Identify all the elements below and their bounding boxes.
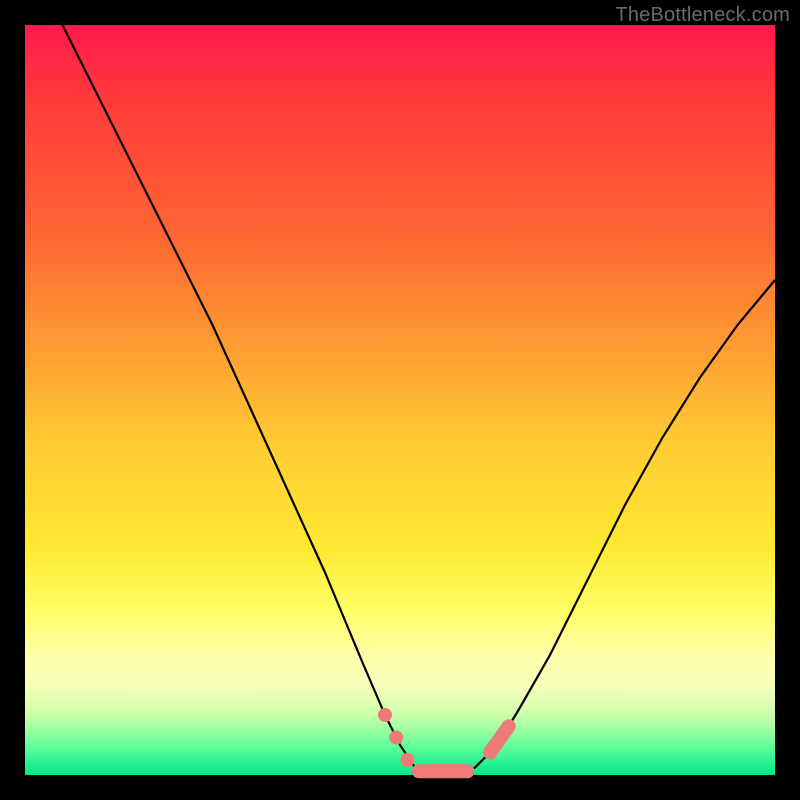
chart-plot-area [25, 25, 775, 775]
curve-marker [378, 708, 392, 722]
watermark-text: TheBottleneck.com [615, 4, 790, 27]
curve-marker [389, 731, 403, 745]
curve-marker [401, 753, 415, 767]
chart-svg [25, 25, 775, 775]
marker-layer [378, 708, 509, 771]
bottleneck-curve [63, 25, 776, 775]
curve-marker-segment [490, 726, 509, 752]
